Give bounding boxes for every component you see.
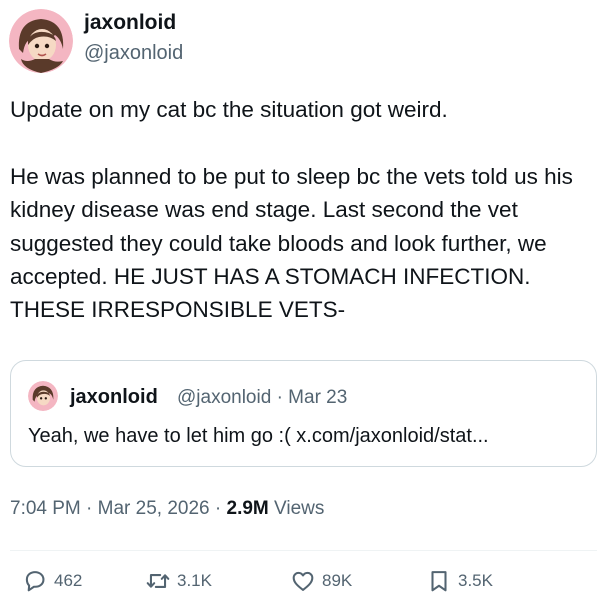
separator: · <box>214 498 222 519</box>
views-label: Views <box>274 498 325 519</box>
reply-button[interactable]: 462 <box>22 568 82 594</box>
retweet-button[interactable]: 3.1K <box>145 568 212 594</box>
bookmark-count: 3.5K <box>458 571 493 590</box>
author-handle[interactable]: @jaxonloid <box>84 42 183 65</box>
quote-tweet-card[interactable] <box>10 360 597 467</box>
views-count: 2.9M <box>226 498 269 519</box>
tweet-date[interactable]: Mar 25, 2026 <box>98 498 210 519</box>
author-display-name[interactable]: jaxonloid <box>84 11 176 35</box>
quote-text: Yeah, we have to let him go :( x.com/jax… <box>28 425 489 447</box>
divider <box>10 550 597 551</box>
quote-author-avatar <box>28 381 58 411</box>
reply-icon <box>25 571 45 592</box>
quote-display-name: jaxonloid <box>70 386 158 408</box>
quote-meta: @jaxonloid · Mar 23 <box>177 387 348 408</box>
heart-icon <box>292 571 314 591</box>
reply-count: 462 <box>54 571 83 590</box>
retweet-count: 3.1K <box>177 571 212 590</box>
tweet-meta-row: 7:04 PM · Mar 25, 2026 · 2.9M Views <box>10 498 324 520</box>
bookmark-icon <box>431 571 447 592</box>
author-avatar[interactable] <box>9 9 73 73</box>
like-count: 89K <box>322 571 353 590</box>
like-button[interactable]: 89K <box>290 568 352 594</box>
tweet-time[interactable]: 7:04 PM <box>10 498 81 519</box>
retweet-icon <box>146 574 170 588</box>
separator: · <box>86 498 93 519</box>
tweet-text: Update on my cat bc the situation got we… <box>10 97 573 323</box>
bookmark-button[interactable]: 3.5K <box>426 568 493 594</box>
